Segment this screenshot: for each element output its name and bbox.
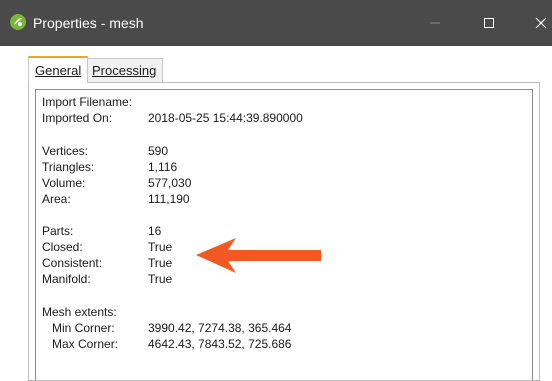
prop-value: 2018-05-25 15:44:39.890000 bbox=[148, 111, 303, 125]
prop-value: True bbox=[148, 240, 173, 254]
tab-processing[interactable]: Processing bbox=[85, 58, 164, 82]
prop-key: Consistent: bbox=[42, 256, 103, 270]
close-button[interactable] bbox=[518, 0, 552, 46]
prop-value: True bbox=[148, 272, 173, 286]
prop-key: Max Corner: bbox=[52, 337, 119, 351]
tab-general-label: General bbox=[35, 63, 82, 78]
prop-key: Min Corner: bbox=[52, 321, 115, 335]
properties-text-area[interactable]: Import Filename: Imported On: 2018-05-25 … bbox=[35, 89, 533, 380]
prop-value: 577,030 bbox=[148, 176, 192, 190]
prop-key: Closed: bbox=[42, 240, 83, 254]
maximize-icon bbox=[484, 18, 494, 28]
prop-key: Import Filename: bbox=[42, 95, 133, 109]
prop-key: Vertices: bbox=[42, 144, 89, 158]
annotation-arrow bbox=[196, 238, 321, 273]
prop-value: 4642.43, 7843.52, 725.686 bbox=[148, 337, 292, 351]
app-icon bbox=[10, 14, 26, 30]
prop-value: True bbox=[148, 256, 173, 270]
tab-general[interactable]: General bbox=[28, 56, 89, 83]
close-icon bbox=[535, 17, 547, 29]
prop-value: 16 bbox=[148, 224, 162, 238]
title-bar: Properties - mesh bbox=[0, 0, 552, 46]
prop-value: 590 bbox=[148, 144, 169, 158]
prop-value: 3990.42, 7274.38, 365.464 bbox=[148, 321, 292, 335]
dialog-body: General Processing Import Filename: Impo… bbox=[0, 46, 552, 381]
prop-key: Volume: bbox=[42, 176, 86, 190]
prop-value: 111,190 bbox=[148, 192, 190, 206]
prop-key: Imported On: bbox=[42, 111, 113, 125]
tab-processing-label: Processing bbox=[92, 63, 157, 78]
general-panel: Import Filename: Imported On: 2018-05-25 … bbox=[28, 82, 540, 381]
minimize-button[interactable] bbox=[412, 0, 458, 46]
window-title: Properties - mesh bbox=[33, 15, 144, 31]
prop-key: Area: bbox=[42, 192, 71, 206]
maximize-button[interactable] bbox=[466, 0, 512, 46]
prop-value: 1,116 bbox=[148, 160, 178, 174]
prop-key: Manifold: bbox=[42, 272, 91, 286]
prop-key: Parts: bbox=[42, 224, 74, 238]
prop-key: Mesh extents: bbox=[42, 305, 117, 319]
prop-key: Triangles: bbox=[42, 160, 95, 174]
minimize-icon bbox=[430, 22, 440, 24]
